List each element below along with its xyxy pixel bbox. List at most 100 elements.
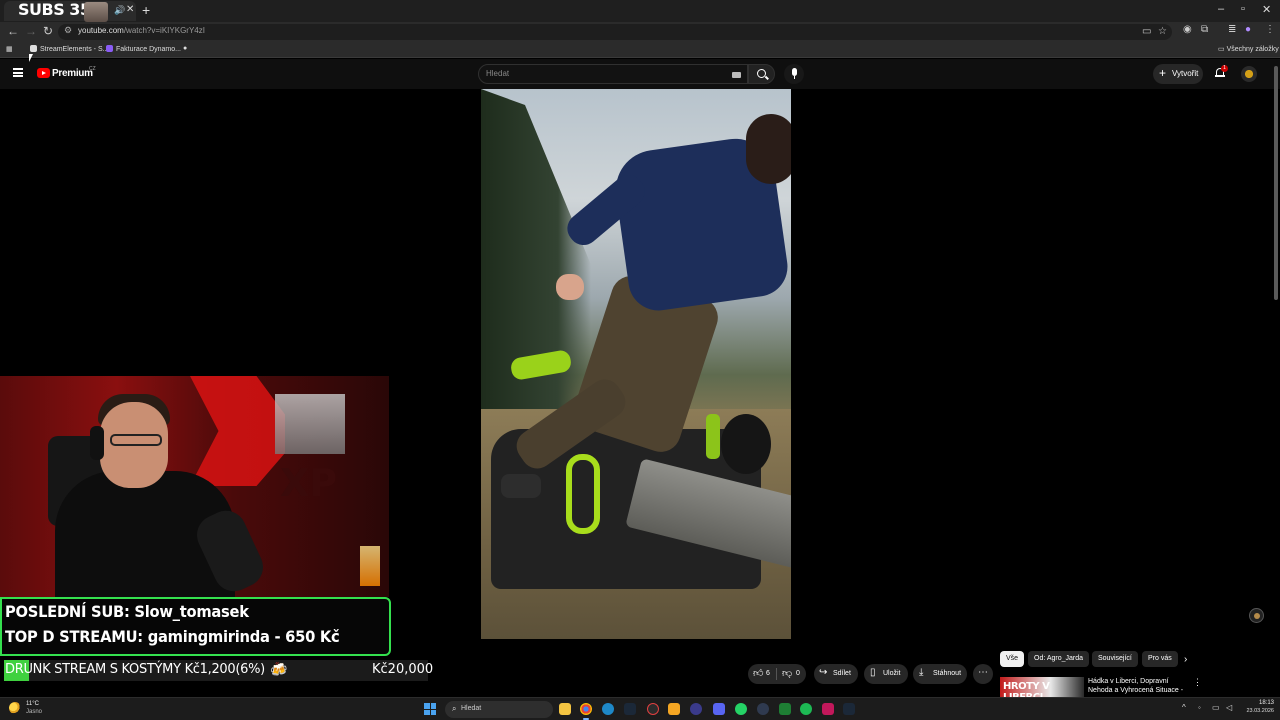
beer-icon: 🍻 (270, 661, 288, 677)
recommended-more-icon[interactable]: ⋮ (1193, 677, 1202, 688)
country-code: CZ (89, 66, 96, 72)
search-input[interactable]: Hledat (478, 64, 748, 84)
bookmark-globe-icon[interactable]: ● (183, 45, 187, 52)
chips-next-chevron-icon[interactable]: › (1184, 654, 1187, 665)
close-window-icon[interactable]: ✕ (1262, 3, 1271, 16)
chip-related[interactable]: Související (1092, 651, 1138, 667)
like-count: 6 (766, 670, 770, 677)
bookmark-label: Fakturace Dynamo... (116, 46, 181, 53)
steam-icon[interactable] (624, 703, 636, 715)
omnibox[interactable]: ⚙ youtube.com/watch?v=iKIYKGrY4zI ▭ ☆ (58, 24, 1172, 40)
chip-from-channel[interactable]: Od: Agro_Jarda (1028, 651, 1090, 667)
dislike-count: 0 (796, 670, 800, 677)
taskbar-search-icon: ⌕ (452, 704, 457, 713)
page-scrollbar[interactable] (1274, 66, 1278, 300)
more-actions-icon[interactable]: ⋯ (973, 664, 993, 684)
guide-menu-icon[interactable] (13, 68, 23, 77)
video-person-hand (556, 274, 584, 300)
taskbar-search[interactable]: ⌕ Hledat (445, 701, 553, 718)
network-icon[interactable]: ▭ (1212, 703, 1220, 712)
youtube-premium-wordmark[interactable]: Premium (52, 68, 93, 79)
search-button[interactable] (748, 64, 775, 84)
download-button[interactable]: ⤓ Stáhnout (913, 664, 967, 684)
youtube-logo-icon[interactable] (37, 68, 50, 78)
xbox-icon[interactable] (779, 703, 791, 715)
bookmark-star-icon[interactable]: ☆ (1158, 26, 1167, 37)
like-divider (776, 668, 777, 680)
minimize-icon[interactable]: – (1218, 3, 1224, 15)
reload-icon[interactable]: ↻ (43, 24, 53, 38)
site-info-icon[interactable]: ⚙ (64, 25, 72, 36)
share-label: Sdílet (833, 670, 851, 677)
menu-dots-icon[interactable]: ⋮ (1265, 24, 1275, 35)
bookmark-icon: ▯ (870, 667, 876, 678)
app-icon-red-ring[interactable] (647, 703, 659, 715)
whatsapp-icon[interactable] (735, 703, 747, 715)
new-tab-icon[interactable]: + (142, 2, 150, 18)
volume-icon[interactable]: ◁ (1226, 703, 1232, 712)
chrome-icon[interactable] (580, 703, 592, 720)
browser-tabstrip: ⌄ SUBS 353/ 🔊 ✕ + – ▫ ✕ (0, 0, 1280, 22)
app-icon-orange[interactable] (668, 703, 680, 715)
create-button[interactable]: + Vytvořit (1153, 64, 1203, 84)
bookmark-streamelements[interactable]: StreamElements - S... (30, 45, 108, 53)
tray-mic-icon[interactable]: ◦ (1198, 703, 1201, 712)
keyboard-icon[interactable] (732, 72, 741, 78)
video-player[interactable] (481, 89, 791, 639)
streamelements-icon (30, 45, 37, 52)
chip-all[interactable]: Vše (1000, 651, 1025, 667)
file-explorer-icon[interactable] (559, 703, 571, 715)
all-bookmarks[interactable]: ▭ Všechny záložky (1218, 45, 1279, 53)
reading-list-icon[interactable]: ≣ (1228, 24, 1236, 35)
browser-tab-active[interactable]: SUBS 353/ 🔊 ✕ (4, 0, 136, 22)
app-icon-dark-circle[interactable] (757, 703, 769, 715)
video-quad-wheel-rim (566, 454, 600, 534)
recommended-thumbnail[interactable]: HROTY V LIBERCI (1000, 677, 1084, 697)
save-button[interactable]: ▯ Uložit (864, 664, 908, 684)
top-donor-text: TOP D STREAMU: gamingmirinda - 650 Kč (5, 627, 340, 646)
all-bookmarks-label: Všechny záložky (1226, 46, 1279, 53)
dislike-button[interactable]: 👎︎ (782, 667, 792, 679)
bell-base (1215, 75, 1225, 77)
chip-for-you[interactable]: Pro vás (1142, 651, 1178, 667)
app-icon-magenta[interactable] (822, 703, 834, 715)
steam-icon-2[interactable] (843, 703, 855, 715)
clock-date[interactable]: 23.03.2026 (1240, 708, 1274, 714)
webcam-light (360, 546, 380, 586)
tab-close-icon[interactable]: ✕ (126, 4, 134, 15)
fakturace-icon (106, 45, 113, 52)
bookmark-fakturace[interactable]: Fakturace Dynamo... (106, 45, 181, 53)
tray-chevron-icon[interactable]: ^ (1182, 703, 1186, 712)
voice-search-mic-icon[interactable] (784, 64, 804, 84)
extension-icon[interactable]: ◉ (1183, 24, 1192, 35)
webcam-overlay: XP (0, 376, 389, 597)
start-windows-icon[interactable] (424, 703, 436, 715)
app-icon-blue-circle[interactable] (690, 703, 702, 715)
maximize-icon[interactable]: ▫ (1241, 3, 1245, 15)
weather-sun-icon[interactable] (9, 702, 21, 714)
extensions-puzzle-icon[interactable]: ⧉ (1201, 24, 1208, 35)
cast-icon[interactable]: ▭ (1142, 26, 1151, 37)
channel-watermark-icon[interactable] (1249, 608, 1264, 623)
notification-count-badge: 1 (1221, 65, 1228, 72)
profile-icon[interactable]: ● (1245, 24, 1251, 35)
goal-target: Kč20,000 (372, 662, 434, 677)
account-avatar[interactable] (1241, 66, 1257, 82)
discord-icon[interactable] (713, 703, 725, 715)
share-button[interactable]: ↪ Sdílet (814, 664, 858, 684)
url-text[interactable]: youtube.com/watch?v=iKIYKGrY4zI (78, 26, 205, 35)
apps-grid-icon[interactable]: ▦ (6, 45, 13, 53)
like-button[interactable]: 👍︎ (753, 667, 763, 679)
share-icon: ↪ (819, 667, 828, 678)
back-icon[interactable]: ← (7, 24, 19, 38)
forward-icon[interactable]: → (25, 24, 37, 38)
thumbnail-text: HROTY V LIBERCI (1003, 681, 1050, 697)
address-bar-row: ← → ↻ ⚙ youtube.com/watch?v=iKIYKGrY4zI … (0, 22, 1280, 42)
weather-desc[interactable]: Jasno (26, 709, 42, 715)
spotify-icon[interactable] (800, 703, 812, 715)
taskbar-search-text: Hledat (461, 705, 482, 712)
weather-temp[interactable]: 11°C (26, 701, 39, 707)
edge-icon[interactable] (602, 703, 614, 715)
clock-time[interactable]: 18:13 (1254, 700, 1274, 706)
tab-audio-icon[interactable]: 🔊 (114, 5, 125, 16)
